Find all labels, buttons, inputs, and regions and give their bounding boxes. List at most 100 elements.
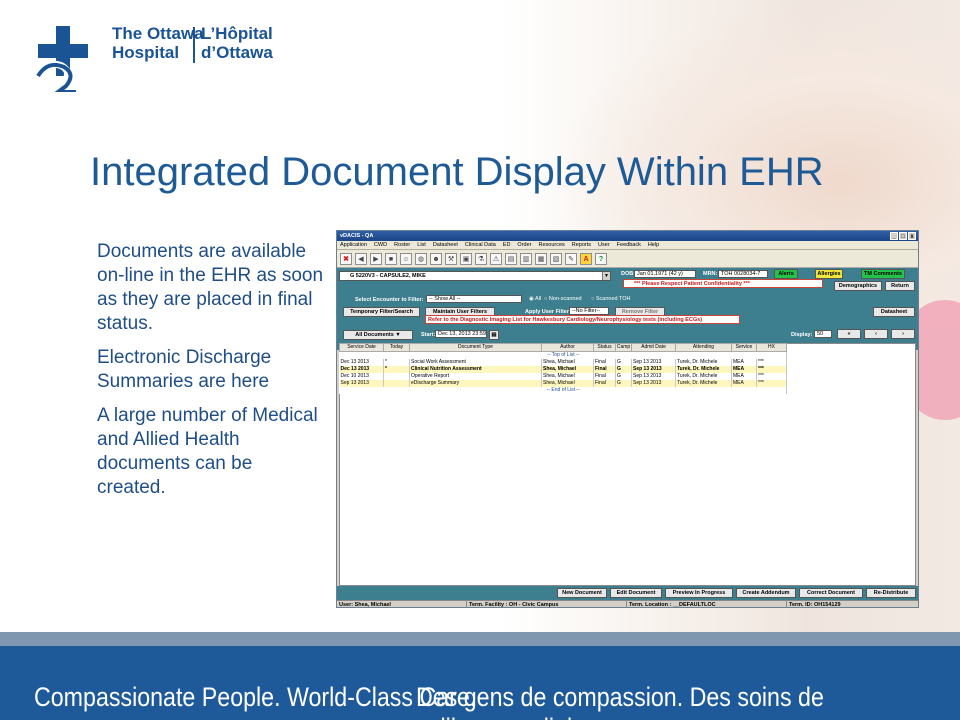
column-header[interactable]: Admit Date (631, 343, 676, 352)
table-cell: MEA (731, 373, 757, 380)
tm-comments-button[interactable]: TM Comments (861, 269, 905, 279)
menu-item[interactable]: Resources (538, 241, 564, 249)
datasheet-button[interactable]: Datasheet (873, 307, 915, 317)
previous-page-icon[interactable]: ‹ (864, 329, 888, 339)
footer-tagline-en: Compassionate People. World-Class Care. (34, 682, 477, 712)
menu-item[interactable]: Order (517, 241, 531, 249)
column-header[interactable]: Status (593, 343, 616, 352)
create-addendum-button[interactable]: Create Addendum (736, 588, 796, 598)
close-record-icon[interactable]: ✖ (340, 252, 352, 265)
cw-icon[interactable]: ▣ (460, 252, 472, 265)
table-cell: Final (593, 359, 616, 366)
menu-item[interactable]: List (417, 241, 426, 249)
end-of-list-marker: -- End of List -- (339, 387, 787, 394)
menu-item[interactable]: Clinical Data (465, 241, 496, 249)
radio-scanned-label: Scanned TOH (595, 296, 631, 302)
print-icon[interactable]: ▧ (550, 252, 562, 265)
chevron-down-icon[interactable]: ▼ (602, 272, 610, 280)
apply-filter-select[interactable]: --No Filter-- (569, 307, 609, 315)
document-icon[interactable]: ▦ (535, 252, 547, 265)
alert-a-icon[interactable]: A (580, 252, 592, 265)
globe-icon[interactable]: ◍ (415, 252, 427, 265)
table-cell: Dec 13 2013 (339, 366, 384, 373)
status-user: User: Shea, Michael (337, 601, 467, 607)
next-page-icon[interactable]: › (891, 329, 915, 339)
first-page-icon[interactable]: « (837, 329, 861, 339)
menu-item[interactable]: ED (503, 241, 511, 249)
return-button[interactable]: Return (885, 281, 915, 291)
imaging-note: Refer to the Diagnostic Imaging List for… (425, 315, 740, 324)
radio-non-scanned[interactable]: ○ Non-scanned (544, 295, 582, 303)
status-location: Term. Location : __DEFAULTLOC (627, 601, 787, 607)
allergies-button[interactable]: Allergies (815, 269, 843, 279)
all-documents-label: All Documents (355, 332, 394, 338)
confidentiality-banner: *** Please Respect Patient Confidentiali… (623, 279, 823, 288)
warning-icon[interactable]: ⚠ (490, 252, 502, 265)
maximize-button[interactable]: □ (899, 232, 907, 240)
table-row[interactable]: Dec 13 2013 * Clinical Nutrition Assessm… (339, 366, 787, 373)
column-header[interactable]: Today (383, 343, 410, 352)
column-header[interactable]: Service Date (339, 343, 384, 352)
table-row[interactable]: Sep 13 2013 eDischarge Summary Shea, Mic… (339, 380, 787, 387)
re-distribute-button[interactable]: Re-Distribute (866, 588, 916, 598)
alerts-button[interactable]: Alerts (774, 269, 798, 279)
table-cell: *** (756, 366, 787, 373)
menu-item[interactable]: CWD (374, 241, 387, 249)
stop-icon[interactable]: ■ (385, 252, 397, 265)
clipboard-icon[interactable]: ▤ (505, 252, 517, 265)
all-documents-dropdown[interactable]: All Documents ▼ (343, 330, 413, 340)
minimize-button[interactable]: _ (890, 232, 898, 240)
demographics-button[interactable]: Demographics (834, 281, 882, 291)
column-header[interactable]: Service (731, 343, 757, 352)
bullet-list: Documents are available on-line in the E… (97, 240, 325, 510)
edit-icon[interactable]: ✎ (565, 252, 577, 265)
menu-item[interactable]: User (598, 241, 610, 249)
column-header[interactable]: Attending (675, 343, 732, 352)
table-cell: * (383, 366, 410, 373)
menu-item[interactable]: Help (648, 241, 659, 249)
status-bar: User: Shea, Michael Term. Facility : OH … (337, 600, 918, 607)
patient-selector[interactable]: G 5220V3 - CAPSULE2, MIKE ▼ (339, 271, 611, 281)
flask-icon[interactable]: ⚗ (475, 252, 487, 265)
new-document-button[interactable]: New Document (557, 588, 607, 598)
calendar-icon[interactable]: ▤ (489, 330, 499, 340)
table-cell: MEA (731, 380, 757, 387)
display-count-select[interactable]: 50 (814, 330, 832, 338)
menu-item[interactable]: Roster (394, 241, 410, 249)
forward-icon[interactable]: ▶ (370, 252, 382, 265)
menu-item[interactable]: Reports (572, 241, 591, 249)
display-label: Display: (791, 332, 813, 338)
tools-icon[interactable]: ⚒ (445, 252, 457, 265)
column-header[interactable]: Camp (615, 343, 632, 352)
table-header-row: Service Date Today Document Type Author … (339, 343, 787, 352)
menu-item[interactable]: Datasheet (433, 241, 458, 249)
radio-all[interactable]: ◉ All (529, 295, 541, 303)
temporary-filter-button[interactable]: Temporary Filter/Search (343, 307, 420, 317)
table-cell: Final (593, 366, 616, 373)
bed-icon[interactable]: ▥ (520, 252, 532, 265)
table-row[interactable]: Dec 10 2013 Operative Report Shea, Micha… (339, 373, 787, 380)
bullet-item: Documents are available on-line in the E… (97, 241, 324, 334)
bullet-item: Electronic Discharge Summaries are here (97, 347, 272, 392)
patient-icon[interactable]: ☺ (400, 252, 412, 265)
edit-document-button[interactable]: Edit Document (610, 588, 662, 598)
correct-document-button[interactable]: Correct Document (799, 588, 863, 598)
help-icon[interactable]: ? (595, 252, 607, 265)
table-row[interactable]: Dec 13 2013 * Social Work Assessment She… (339, 359, 787, 366)
table-cell: * (383, 359, 410, 366)
slide-title: Integrated Document Display Within EHR (90, 150, 824, 194)
logo-text-en: The Ottawa Hospital (112, 24, 204, 62)
radio-scanned-toh[interactable]: ○ Scanned TOH (591, 295, 631, 303)
column-header[interactable]: Document Type (409, 343, 542, 352)
hospital-logo-icon (36, 26, 88, 92)
column-header[interactable]: HX (756, 343, 787, 352)
close-button[interactable]: x (908, 232, 916, 240)
start-date-input[interactable]: Dec 13, 2013 23:59 (435, 330, 487, 338)
user-icon[interactable]: ☻ (430, 252, 442, 265)
back-icon[interactable]: ◀ (355, 252, 367, 265)
menu-item[interactable]: Feedback (617, 241, 641, 249)
preview-in-progress-button[interactable]: Preview In Progress (665, 588, 733, 598)
menu-item[interactable]: Application (340, 241, 367, 249)
encounter-filter-select[interactable]: -- Show All -- (426, 295, 522, 303)
column-header[interactable]: Author (541, 343, 594, 352)
